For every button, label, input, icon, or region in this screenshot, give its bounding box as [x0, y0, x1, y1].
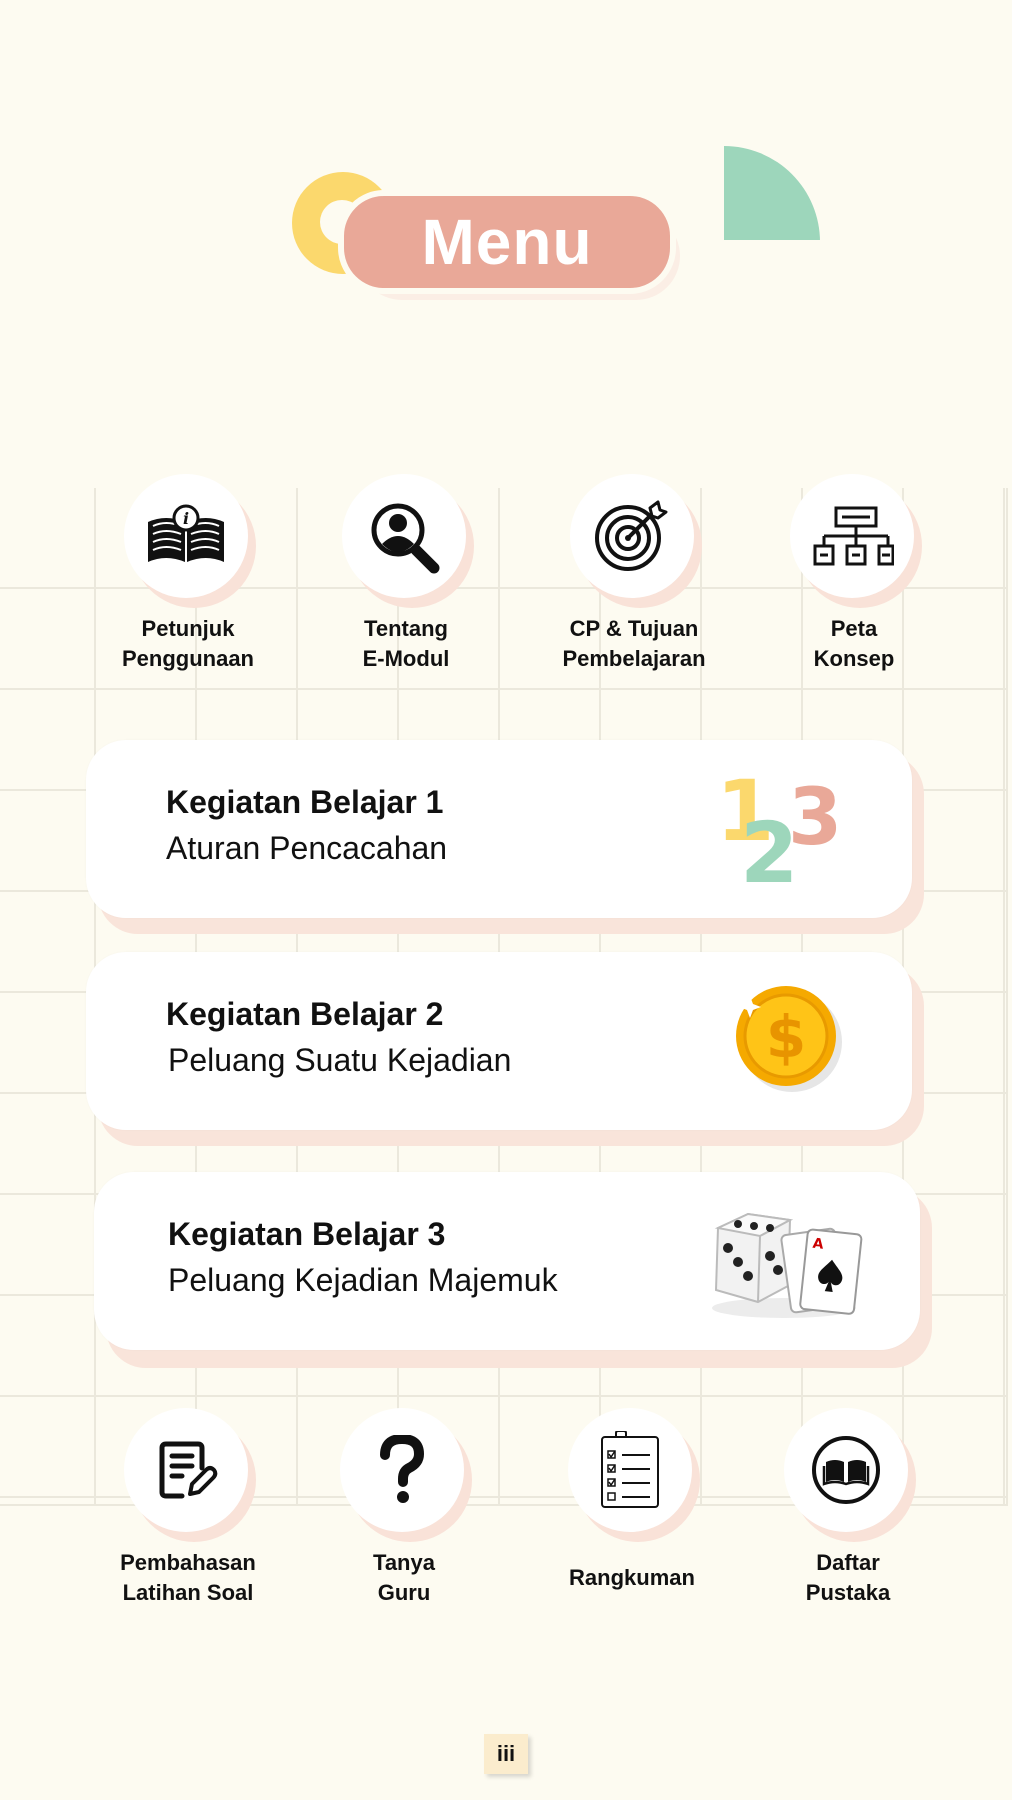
menu-label-line2: Pustaka: [805, 1580, 891, 1605]
question-mark-icon: [340, 1408, 464, 1532]
menu-label-line2: Latihan Soal: [122, 1580, 254, 1605]
target-icon: [570, 474, 694, 598]
numbers-123-icon: 1 3 2: [714, 762, 844, 902]
open-book-icon: [784, 1408, 908, 1532]
menu-label-line1: Tanya: [373, 1550, 435, 1575]
menu-label-line2: Guru: [377, 1580, 431, 1605]
card-subtitle: Peluang Suatu Kejadian: [168, 1042, 512, 1078]
menu-header: Menu: [0, 0, 1012, 350]
menu-item-peta-konsep[interactable]: Peta Konsep: [764, 474, 944, 674]
checklist-icon: [568, 1408, 692, 1532]
menu-label-line1: Rangkuman: [569, 1565, 695, 1590]
card-title: Kegiatan Belajar 3: [168, 1216, 446, 1252]
menu-label-line1: Petunjuk: [141, 616, 235, 641]
svg-text:2: 2: [740, 804, 798, 884]
concept-map-icon: [790, 474, 914, 598]
menu-label-line2: Penggunaan: [121, 646, 254, 671]
dice-and-cards-icon: A: [704, 1200, 874, 1329]
card-title: Kegiatan Belajar 2: [166, 996, 444, 1032]
svg-text:i: i: [183, 509, 189, 528]
card-subtitle: Peluang Kejadian Majemuk: [168, 1262, 558, 1298]
gold-coin-icon: $: [730, 984, 850, 1105]
edit-document-icon: [124, 1408, 248, 1532]
menu-title-pill: Menu: [338, 190, 676, 294]
menu-item-tentang-e-modul[interactable]: Tentang E-Modul: [316, 474, 496, 674]
search-user-icon: [342, 474, 466, 598]
page-number: iii: [484, 1734, 528, 1774]
card-kegiatan-belajar-1[interactable]: Kegiatan Belajar 1 Aturan Pencacahan 1 3…: [86, 740, 912, 918]
svg-text:$: $: [766, 1003, 806, 1071]
card-subtitle: Aturan Pencacahan: [166, 830, 448, 866]
menu-item-rangkuman[interactable]: Rangkuman: [542, 1408, 722, 1593]
menu-label-line1: Tentang: [364, 616, 448, 641]
menu-item-petunjuk-penggunaan[interactable]: i Petunjuk Penggunaan: [98, 474, 278, 674]
menu-item-tanya-guru[interactable]: Tanya Guru: [314, 1408, 494, 1608]
menu-label-line1: Pembahasan: [120, 1550, 256, 1575]
svg-text:A: A: [812, 1236, 825, 1253]
card-kegiatan-belajar-3[interactable]: Kegiatan Belajar 3 Peluang Kejadian Maje…: [94, 1172, 920, 1350]
card-kegiatan-belajar-2[interactable]: Kegiatan Belajar 2 Peluang Suatu Kejadia…: [86, 952, 912, 1130]
menu-item-cp-tujuan-pembelajaran[interactable]: CP & Tujuan Pembelajaran: [544, 474, 724, 674]
menu-item-pembahasan-latihan-soal[interactable]: Pembahasan Latihan Soal: [98, 1408, 278, 1608]
menu-label-line1: Peta: [830, 616, 878, 641]
menu-item-daftar-pustaka[interactable]: Daftar Pustaka: [758, 1408, 938, 1608]
card-title: Kegiatan Belajar 1: [166, 784, 444, 820]
book-info-icon: i: [124, 474, 248, 598]
menu-label-line2: Pembelajaran: [562, 646, 706, 671]
page-title: Menu: [421, 206, 593, 278]
menu-label-line2: Konsep: [813, 646, 895, 671]
menu-label-line1: Daftar: [816, 1550, 880, 1575]
menu-label-line2: E-Modul: [362, 646, 450, 671]
menu-label-line1: CP & Tujuan: [569, 616, 699, 641]
